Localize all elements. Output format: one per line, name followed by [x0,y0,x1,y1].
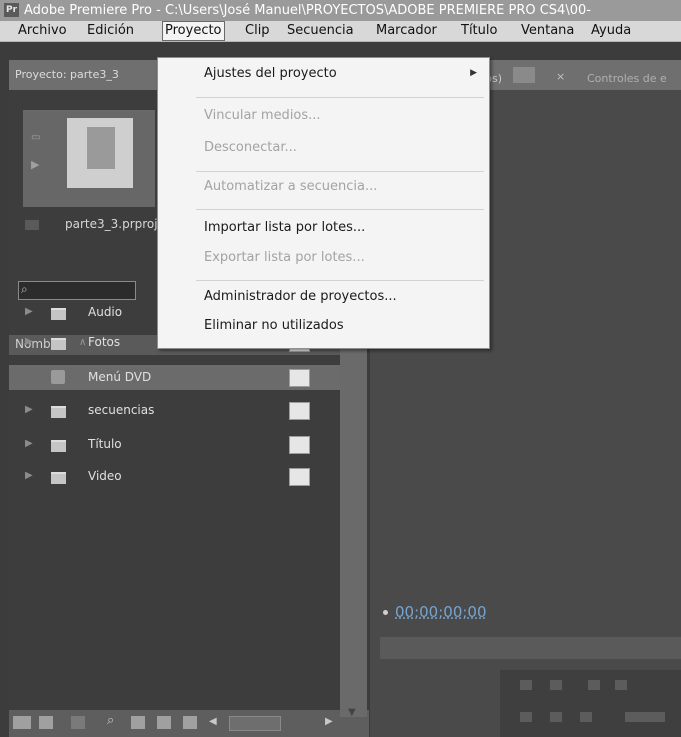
folder-icon [51,338,66,350]
list-item-label: Audio [88,305,123,319]
search-icon: ⌕ [21,282,28,296]
submenu-arrow-icon: ▶ [470,68,477,78]
scroll-left-icon[interactable]: ◀ [209,716,223,729]
folder-icon [51,308,66,320]
timeline-scrub-bar[interactable] [380,637,681,659]
list-item[interactable]: ▶ secuencias [9,398,341,423]
thumbnail-figure [87,127,115,169]
menu-separator [196,171,484,172]
menu-item-label: Automatizar a secuencia... [204,179,378,194]
menu-secuencia[interactable]: Secuencia [285,21,356,41]
transport-controls [500,670,681,737]
menu-edicion[interactable]: Edición [85,21,136,41]
menu-proyecto[interactable]: Proyecto [162,21,225,41]
list-item[interactable]: ▶ Video [9,464,341,489]
automate-to-sequence-icon[interactable] [71,716,85,729]
in-point-icon[interactable] [615,680,627,690]
menu-separator [196,280,484,281]
icon-view-icon[interactable] [39,716,53,729]
project-thumbnail [67,118,133,188]
folder-icon [51,406,66,418]
list-item-label: Video [88,469,122,483]
menu-item-importar-lista-por-lotes[interactable]: Importar lista por lotes... [158,217,489,242]
menu-ventana[interactable]: Ventana [519,21,576,41]
menu-item-label: Desconectar... [204,140,297,155]
menu-item-label: Exportar lista por lotes... [204,250,365,265]
expand-triangle-icon[interactable]: ▶ [25,306,33,317]
scroll-down-icon[interactable]: ▼ [348,707,356,718]
menu-item-desconectar: Desconectar... [158,137,489,162]
folder-icon [51,440,66,452]
project-file-name: parte3_3.prproj [65,217,158,231]
menu-item-automatizar-a-secuencia: Automatizar a secuencia... [158,176,489,201]
list-item-label: Título [88,437,122,451]
item-checkbox[interactable] [289,402,310,420]
expand-triangle-icon[interactable]: ▶ [25,438,33,449]
list-item-label: secuencias [88,403,155,417]
menu-item-label: Administrador de proyectos... [204,289,397,304]
scroll-right-icon[interactable]: ▶ [325,716,339,729]
list-item[interactable]: Menú DVD [9,365,341,390]
menu-titulo[interactable]: Título [459,21,499,41]
trash-icon[interactable] [183,716,197,729]
menu-item-administrador-de-proyectos[interactable]: Administrador de proyectos... [158,286,489,311]
list-item-label: Menú DVD [88,370,152,384]
find-icon[interactable]: ⌕ [107,713,121,728]
menu-clip[interactable]: Clip [243,21,272,41]
menu-marcador[interactable]: Marcador [374,21,439,41]
dvd-icon [51,370,65,384]
tab-proyecto[interactable]: Proyecto: parte3_3 [15,68,119,81]
horizontal-scrollbar[interactable] [229,716,281,731]
menu-bar: Archivo Edición Proyecto Clip Secuencia … [0,21,681,42]
item-checkbox[interactable] [289,369,310,387]
play-icon[interactable]: ▶ [31,158,39,171]
menu-item-label: Eliminar no utilizados [204,318,344,333]
jog-wheel[interactable] [625,712,665,722]
search-input[interactable]: ⌕ [18,281,136,300]
go-to-out-icon[interactable] [550,712,562,722]
step-back-icon[interactable] [520,680,532,690]
timecode-marker-icon [383,610,388,615]
window-title: Adobe Premiere Pro - C:\Users\José Manue… [24,3,591,18]
title-bar: Pr Adobe Premiere Pro - C:\Users\José Ma… [0,0,681,21]
marker-icon[interactable] [588,680,600,690]
menu-item-exportar-lista-por-lotes: Exportar lista por lotes... [158,247,489,272]
monitor-dropdown-button[interactable] [513,67,535,83]
item-checkbox[interactable] [289,468,310,486]
menu-separator [196,209,484,210]
project-thumbnail-area: ▭ ▶ [23,110,155,207]
menu-item-label: Ajustes del proyecto [204,66,337,81]
menu-item-label: Vincular medios... [204,108,321,123]
expand-triangle-icon[interactable]: ▶ [25,336,33,347]
item-checkbox[interactable] [289,436,310,454]
go-to-in-icon[interactable] [520,712,532,722]
timecode-display[interactable]: 00;00;00;00 [395,603,487,621]
proyecto-dropdown-menu: Ajustes del proyecto ▶ Vincular medios..… [157,57,490,349]
list-view-icon[interactable] [13,716,31,729]
play-in-out-icon[interactable] [580,712,592,722]
menu-separator [196,97,484,98]
menu-item-eliminar-no-utilizados[interactable]: Eliminar no utilizados [158,315,489,340]
new-item-icon[interactable] [157,716,171,729]
premiere-app-icon: Pr [4,3,19,17]
poster-frame-icon[interactable]: ▭ [31,132,40,143]
new-bin-icon[interactable] [131,716,145,729]
menu-item-vincular-medios: Vincular medios... [158,105,489,130]
close-icon[interactable]: × [556,70,565,83]
step-forward-icon[interactable] [550,680,562,690]
expand-triangle-icon[interactable]: ▶ [25,470,33,481]
menu-item-ajustes-del-proyecto[interactable]: Ajustes del proyecto ▶ [158,63,489,88]
list-item-label: Fotos [88,335,121,349]
tab-controles-efectos[interactable]: Controles de e [587,72,667,85]
menu-item-label: Importar lista por lotes... [204,220,366,235]
list-item[interactable]: ▶ Título [9,432,341,457]
folder-icon [51,472,66,484]
menu-ayuda[interactable]: Ayuda [589,21,633,41]
expand-triangle-icon[interactable]: ▶ [25,404,33,415]
menu-archivo[interactable]: Archivo [16,21,69,41]
project-file-icon [25,220,39,230]
project-bottom-toolbar: ⌕ ◀ ▶ [9,710,369,737]
